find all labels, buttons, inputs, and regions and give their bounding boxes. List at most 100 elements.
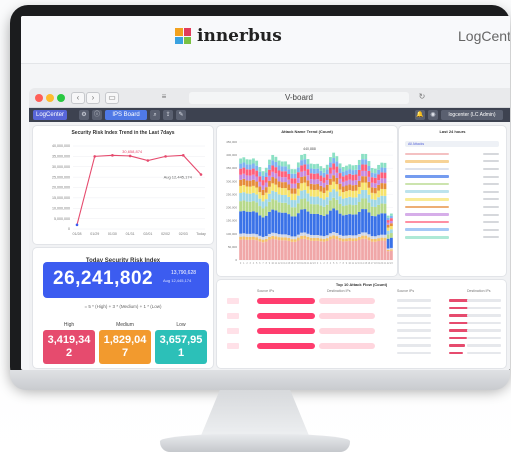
bar-segment[interactable] (296, 167, 300, 173)
bar-segment[interactable] (277, 187, 281, 195)
bar-segment[interactable] (303, 232, 307, 236)
bar-segment[interactable] (293, 193, 297, 201)
bar-segment[interactable] (255, 212, 259, 235)
bar-segment[interactable] (296, 240, 300, 260)
bar-segment[interactable] (261, 217, 265, 237)
bar-segment[interactable] (239, 201, 243, 212)
bar-segment[interactable] (255, 187, 259, 195)
flow-source-pill[interactable] (257, 298, 315, 304)
reload-icon[interactable]: ↻ (415, 92, 429, 104)
bar-segment[interactable] (325, 204, 329, 215)
bar-segment[interactable] (290, 188, 294, 194)
bar-segment[interactable] (389, 237, 393, 248)
bar-segment[interactable] (274, 236, 278, 240)
bar-segment[interactable] (377, 164, 380, 170)
bar-segment[interactable] (361, 198, 364, 210)
bar-segment[interactable] (389, 233, 393, 238)
attack-legend-row[interactable] (405, 188, 499, 196)
attack-legend-row[interactable] (405, 203, 499, 211)
bar-segment[interactable] (367, 194, 371, 203)
bar-segment[interactable] (268, 233, 271, 237)
bar-segment[interactable] (264, 192, 268, 200)
bar-segment[interactable] (248, 201, 252, 212)
bar-segment[interactable] (361, 170, 364, 177)
bar-segment[interactable] (264, 238, 268, 242)
bar-segment[interactable] (316, 213, 320, 235)
bar-segment[interactable] (373, 216, 377, 237)
bar-segment[interactable] (380, 237, 384, 241)
bar-segment[interactable] (389, 215, 393, 219)
bar-segment[interactable] (370, 187, 374, 193)
bar-segment[interactable] (367, 237, 371, 241)
bar-segment[interactable] (319, 166, 323, 171)
bar-segment[interactable] (280, 212, 284, 235)
bar-segment[interactable] (309, 234, 313, 238)
bar-segment[interactable] (386, 222, 390, 225)
bar-segment[interactable] (264, 187, 268, 193)
bar-segment[interactable] (309, 173, 313, 180)
settings-icon[interactable]: ⚙ (79, 110, 89, 120)
bar-segment[interactable] (239, 168, 243, 175)
bar-segment[interactable] (357, 236, 361, 240)
bar-segment[interactable] (245, 159, 249, 165)
bar-segment[interactable] (309, 183, 313, 190)
bar-segment[interactable] (252, 158, 255, 164)
bar-segment[interactable] (277, 194, 281, 203)
bar-segment[interactable] (357, 239, 361, 260)
bar-segment[interactable] (296, 234, 300, 238)
bar-segment[interactable] (309, 240, 313, 260)
innerbus-logo[interactable]: innerbus (175, 26, 282, 46)
attack-legend-row[interactable] (405, 165, 499, 173)
bar-segment[interactable] (370, 168, 374, 173)
bar-segment[interactable] (345, 214, 348, 236)
bar-segment[interactable] (264, 215, 268, 237)
bar-segment[interactable] (319, 205, 323, 215)
bar-segment[interactable] (373, 199, 377, 208)
bar-segment[interactable] (329, 184, 332, 193)
bar-segment[interactable] (367, 176, 371, 182)
bar-segment[interactable] (361, 238, 364, 260)
bar-segment[interactable] (242, 178, 246, 186)
bar-segment[interactable] (312, 168, 316, 174)
bar-segment[interactable] (319, 191, 323, 199)
bar-segment[interactable] (261, 175, 265, 181)
bar-segment[interactable] (287, 173, 291, 180)
flow-dest-pill[interactable] (319, 328, 375, 334)
bar-segment[interactable] (348, 169, 352, 174)
bar-segment[interactable] (361, 182, 364, 190)
bar-segment[interactable] (309, 213, 313, 235)
bar-segment[interactable] (239, 193, 243, 202)
bar-segment[interactable] (322, 215, 326, 237)
bar-segment[interactable] (255, 202, 259, 213)
bar-segment[interactable] (287, 214, 291, 236)
bar-segment[interactable] (386, 227, 390, 231)
bar-segment[interactable] (332, 189, 336, 198)
bar-segment[interactable] (293, 200, 297, 208)
right-brand-text[interactable]: LogCent (458, 28, 510, 44)
bar-segment[interactable] (312, 237, 316, 241)
bar-segment[interactable] (364, 232, 368, 236)
bar-segment[interactable] (248, 233, 252, 237)
bar-segment[interactable] (377, 235, 380, 239)
bar-segment[interactable] (322, 236, 326, 239)
bar-segment[interactable] (268, 159, 271, 165)
bar-segment[interactable] (351, 241, 355, 260)
bar-segment[interactable] (245, 201, 249, 212)
flow-dest-pill[interactable] (319, 343, 375, 349)
bar-segment[interactable] (364, 170, 368, 177)
bar-segment[interactable] (258, 241, 262, 260)
bar-segment[interactable] (351, 170, 355, 175)
flow-source-pill[interactable] (257, 328, 315, 334)
bar-segment[interactable] (361, 164, 364, 171)
bar-segment[interactable] (341, 215, 345, 236)
bar-segment[interactable] (306, 193, 310, 202)
bar-segment[interactable] (306, 239, 310, 260)
bar-segment[interactable] (309, 179, 313, 184)
bar-segment[interactable] (357, 159, 361, 165)
bar-segment[interactable] (357, 211, 361, 234)
bar-segment[interactable] (268, 193, 271, 202)
bar-segment[interactable] (345, 191, 348, 198)
bar-segment[interactable] (357, 186, 361, 194)
bar-segment[interactable] (335, 172, 339, 178)
bar-segment[interactable] (377, 204, 380, 215)
